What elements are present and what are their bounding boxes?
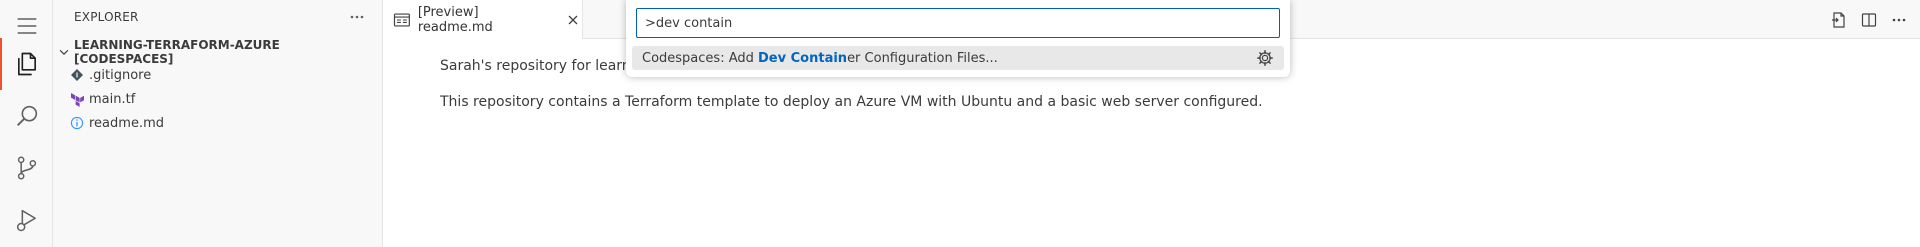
editor-actions xyxy=(1828,9,1910,31)
files-icon xyxy=(17,52,36,76)
chevron-down-icon xyxy=(59,49,69,56)
sidebar-title: EXPLORER xyxy=(74,10,139,24)
search-button[interactable] xyxy=(0,90,53,142)
editor-more-actions-button[interactable] xyxy=(1888,9,1910,31)
command-result-label: Codespaces: Add Dev Container Configurat… xyxy=(642,50,998,66)
command-palette: Codespaces: Add Dev Container Configurat… xyxy=(626,0,1290,77)
folder-header[interactable]: LEARNING-TERRAFORM-AZURE [CODESPACES] xyxy=(53,38,383,66)
source-control-icon xyxy=(17,156,36,180)
split-editor-icon xyxy=(1861,13,1877,27)
ellipsis-icon xyxy=(1892,18,1906,22)
file-item-gitignore[interactable]: .gitignore xyxy=(53,63,383,87)
activity-bar xyxy=(0,0,53,247)
file-item-readme[interactable]: readme.md xyxy=(53,111,383,135)
search-icon xyxy=(16,105,37,126)
folder-name: LEARNING-TERRAFORM-AZURE [CODESPACES] xyxy=(73,38,280,66)
more-actions-button[interactable] xyxy=(346,6,368,28)
file-name: readme.md xyxy=(89,115,164,131)
tab-readme-preview[interactable]: [Preview] readme.md xyxy=(383,0,583,39)
file-item-main-tf[interactable]: main.tf xyxy=(53,87,383,111)
preview-paragraph: Sarah's repository for learni xyxy=(440,58,635,74)
match-highlight: Dev Contain xyxy=(758,50,848,66)
open-file-icon xyxy=(1832,12,1845,28)
run-debug-icon xyxy=(16,209,36,232)
split-editor-button[interactable] xyxy=(1858,9,1880,31)
hamburger-icon xyxy=(17,18,36,34)
explorer-sidebar: EXPLORER LEARNING-TERRAFORM-AZURE [CODES… xyxy=(53,0,383,247)
preview-paragraph: This repository contains a Terraform tem… xyxy=(440,94,1263,110)
source-control-button[interactable] xyxy=(0,142,53,194)
preview-icon xyxy=(393,12,410,27)
explorer-button[interactable] xyxy=(0,38,53,90)
ellipsis-icon xyxy=(350,15,364,19)
tab-label: [Preview] readme.md xyxy=(417,4,493,35)
terraform-icon xyxy=(69,91,85,107)
close-tab-button[interactable] xyxy=(564,11,582,29)
run-debug-button[interactable] xyxy=(0,194,53,246)
gear-icon[interactable] xyxy=(1256,49,1274,67)
close-icon xyxy=(568,15,578,24)
file-name: main.tf xyxy=(89,91,136,107)
info-icon xyxy=(69,115,85,131)
file-name: .gitignore xyxy=(89,67,152,83)
command-result-item[interactable]: Codespaces: Add Dev Container Configurat… xyxy=(632,46,1284,70)
open-source-button[interactable] xyxy=(1828,9,1850,31)
command-input[interactable] xyxy=(636,8,1280,38)
git-icon xyxy=(69,67,85,83)
